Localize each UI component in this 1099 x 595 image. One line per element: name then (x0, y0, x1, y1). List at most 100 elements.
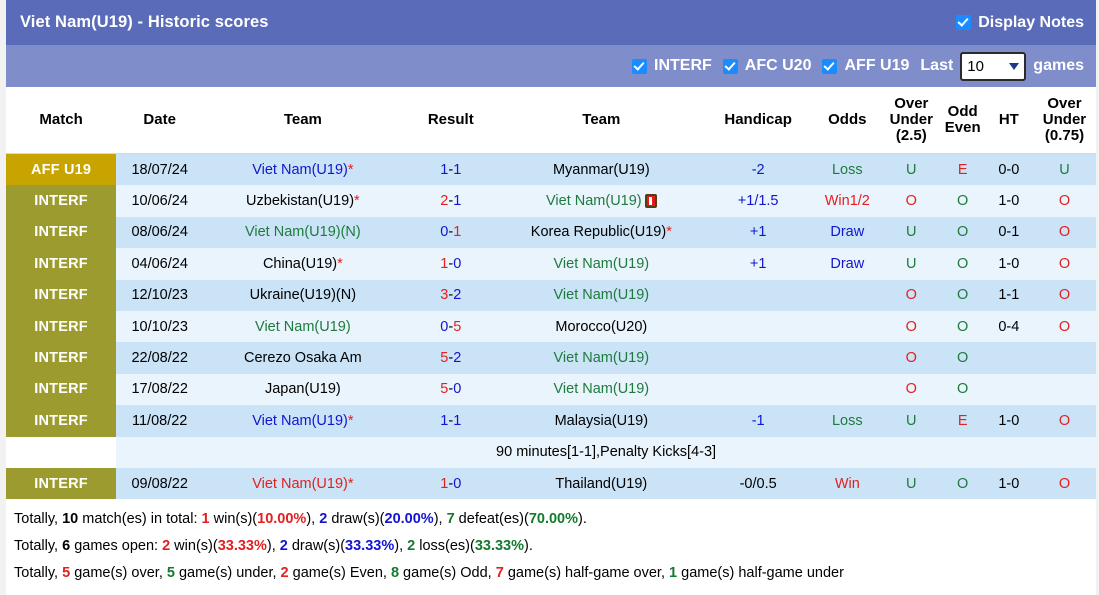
cell-away-team[interactable]: Thailand(U19) (499, 468, 704, 499)
table-row[interactable]: INTERF04/06/24China(U19)*1-0Viet Nam(U19… (6, 248, 1096, 279)
cell-away-team[interactable]: Viet Nam(U19) (499, 342, 704, 373)
cell-match[interactable]: INTERF (6, 185, 116, 216)
cell-home-team[interactable]: China(U19)* (203, 248, 402, 279)
cell-over-under-075 (1033, 342, 1096, 373)
summary-text: ), (306, 511, 319, 527)
cell-home-team[interactable]: Ukraine(U19)(N) (203, 280, 402, 311)
games-count-select[interactable]: 10 (960, 52, 1026, 81)
home-team-name: China(U19) (263, 256, 337, 272)
cell-over-under-25: O (882, 280, 941, 311)
table-row[interactable]: INTERF12/10/23Ukraine(U19)(N)3-2Viet Nam… (6, 280, 1096, 311)
over-under-25-value: O (906, 287, 917, 303)
home-star-icon: * (354, 193, 360, 209)
col-odds[interactable]: Odds (813, 87, 882, 154)
cell-odd-even: O (941, 280, 985, 311)
cell-away-team[interactable]: Malaysia(U19) (499, 405, 704, 436)
cell-home-team[interactable]: Viet Nam(U19)* (203, 468, 402, 499)
cell-home-team[interactable]: Viet Nam(U19)(N) (203, 217, 402, 248)
cell-match[interactable]: AFF U19 (6, 154, 116, 186)
summary-draw-pct: 20.00% (385, 511, 434, 527)
table-row[interactable]: AFF U1918/07/24Viet Nam(U19)*1-1Myanmar(… (6, 154, 1096, 186)
table-row[interactable]: INTERF17/08/22Japan(U19)5-0Viet Nam(U19)… (6, 374, 1096, 405)
cell-over-under-25: U (882, 248, 941, 279)
cell-match[interactable]: INTERF (6, 311, 116, 342)
summary-halfgame-under-count: 1 (669, 565, 677, 581)
cell-odd-even: O (941, 185, 985, 216)
away-star-icon: * (666, 224, 672, 240)
over-under-25-value: U (906, 224, 916, 240)
cell-odd-even: E (941, 405, 985, 436)
cell-away-team[interactable]: Viet Nam(U19) (499, 248, 704, 279)
table-row[interactable]: INTERF08/06/24Viet Nam(U19)(N)0-1Korea R… (6, 217, 1096, 248)
cell-home-team[interactable]: Viet Nam(U19)* (203, 154, 402, 186)
checkbox-icon[interactable] (723, 59, 738, 74)
cell-match[interactable]: INTERF (6, 217, 116, 248)
col-away-team[interactable]: Team (499, 87, 704, 154)
cell-match[interactable]: INTERF (6, 468, 116, 499)
cell-match[interactable]: INTERF (6, 248, 116, 279)
cell-away-team[interactable]: Viet Nam(U19) (499, 280, 704, 311)
cell-away-team[interactable]: Viet Nam(U19) (499, 185, 704, 216)
checkbox-icon[interactable] (632, 59, 647, 74)
col-over-under-075[interactable]: Over Under (0.75) (1033, 87, 1096, 154)
table-row[interactable]: INTERF22/08/22Cerezo Osaka Am5-2Viet Nam… (6, 342, 1096, 373)
odds-value: Draw (830, 224, 864, 240)
table-row[interactable]: INTERF10/06/24Uzbekistan(U19)*2-1Viet Na… (6, 185, 1096, 216)
cell-match[interactable]: INTERF (6, 405, 116, 436)
cell-home-team[interactable]: Uzbekistan(U19)* (203, 185, 402, 216)
odd-even-value: O (957, 476, 968, 492)
cell-match[interactable]: INTERF (6, 280, 116, 311)
over-under-075-value: U (1059, 162, 1069, 178)
col-odd-even[interactable]: Odd Even (941, 87, 985, 154)
cell-odds: Draw (813, 248, 882, 279)
cell-result: 1-0 (403, 468, 500, 499)
cell-away-team[interactable]: Morocco(U20) (499, 311, 704, 342)
cell-match[interactable]: INTERF (6, 374, 116, 405)
cell-result: 1-0 (403, 248, 500, 279)
col-match[interactable]: Match (6, 87, 116, 154)
col-home-team[interactable]: Team (203, 87, 402, 154)
cell-home-team[interactable]: Viet Nam(U19) (203, 311, 402, 342)
over-under-25-value: U (906, 476, 916, 492)
historic-scores-table: Match Date Team Result Team Handicap Odd… (6, 87, 1096, 499)
summary-text: defeat(es)( (455, 511, 529, 527)
cell-away-team[interactable]: Korea Republic(U19)* (499, 217, 704, 248)
cell-home-team[interactable]: Viet Nam(U19)* (203, 405, 402, 436)
cell-over-under-25: O (882, 311, 941, 342)
odd-even-value: O (957, 287, 968, 303)
col-result[interactable]: Result (403, 87, 500, 154)
cell-handicap: L+1 (704, 217, 813, 248)
cell-away-team[interactable]: Viet Nam(U19) (499, 374, 704, 405)
filter-afc-u20[interactable]: AFC U20 (723, 57, 812, 75)
display-notes-checkbox-icon[interactable] (956, 15, 971, 30)
cell-away-team[interactable]: Myanmar(U19) (499, 154, 704, 186)
cell-match[interactable]: INTERF (6, 342, 116, 373)
home-star-icon: * (348, 413, 354, 429)
over-under-25-value: O (906, 381, 917, 397)
cell-date: 09/08/22 (116, 468, 203, 499)
col-handicap[interactable]: Handicap (704, 87, 813, 154)
col-ht[interactable]: HT (985, 87, 1033, 154)
filter-aff-u19[interactable]: AFF U19 (822, 57, 909, 75)
filter-interf[interactable]: INTERF (632, 57, 712, 75)
summary-text: ). (524, 538, 533, 554)
table-row[interactable]: INTERF09/08/22Viet Nam(U19)*1-0Thailand(… (6, 468, 1096, 499)
score-away: 1 (453, 162, 461, 178)
cell-home-team[interactable]: Japan(U19) (203, 374, 402, 405)
summary-text: win(s)( (210, 511, 258, 527)
col-over-under-25[interactable]: Over Under (2.5) (882, 87, 941, 154)
col-date[interactable]: Date (116, 87, 203, 154)
checkbox-icon[interactable] (822, 59, 837, 74)
display-notes-toggle[interactable]: Display Notes (956, 14, 1084, 32)
cell-over-under-25: U (882, 217, 941, 248)
cell-odd-even: O (941, 468, 985, 499)
table-row[interactable]: INTERF10/10/23Viet Nam(U19)0-5Morocco(U2… (6, 311, 1096, 342)
summary-prefix: Totally, (14, 565, 62, 581)
odds-value: Win1/2 (825, 193, 870, 209)
cell-home-team[interactable]: Cerezo Osaka Am (203, 342, 402, 373)
home-team-name: Viet Nam(U19) (252, 413, 348, 429)
summary-odd-count: 8 (391, 565, 399, 581)
over-under-075-value: O (1059, 256, 1070, 272)
table-row[interactable]: INTERF11/08/22Viet Nam(U19)*1-1Malaysia(… (6, 405, 1096, 436)
cell-odd-even: O (941, 311, 985, 342)
